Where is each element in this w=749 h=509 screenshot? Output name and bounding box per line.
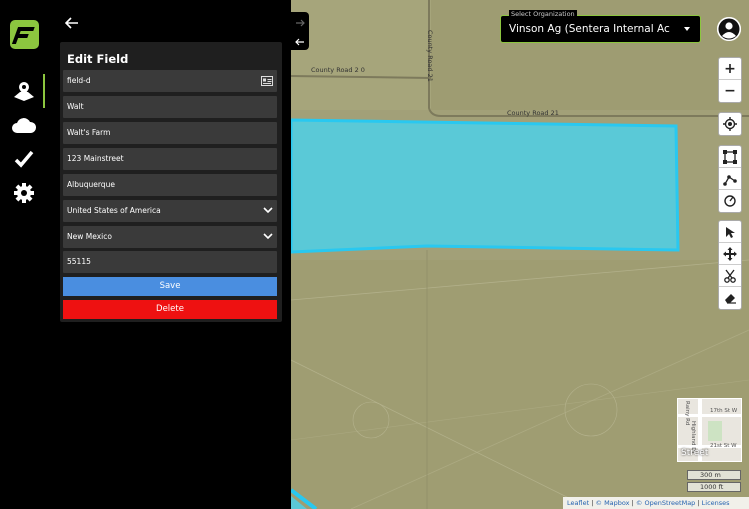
scale-bar-metric: 300 m: [687, 470, 741, 480]
check-icon[interactable]: [0, 142, 47, 176]
fields-map-icon[interactable]: [0, 74, 47, 108]
openstreetmap-link[interactable]: © OpenStreetMap: [636, 499, 695, 507]
minimap-street-label: 21st St W: [710, 443, 737, 449]
mapbox-link[interactable]: © Mapbox: [596, 499, 630, 507]
user-avatar-icon[interactable]: [717, 17, 741, 41]
panel-collapse-tab[interactable]: [291, 12, 309, 50]
edit-field-panel: Edit Field field-d Walt Walt's Farm 123 …: [47, 0, 291, 509]
draw-circle-icon[interactable]: [719, 190, 741, 212]
app-root: Edit Field field-d Walt Walt's Farm 123 …: [0, 0, 749, 509]
locate-icon[interactable]: [719, 113, 741, 135]
street-address-input[interactable]: 123 Mainstreet: [63, 148, 277, 170]
field-name-input[interactable]: field-d: [63, 70, 277, 92]
road-label: County Road 2 0: [311, 66, 365, 74]
zoom-controls: + −: [718, 57, 742, 103]
draw-controls: [718, 145, 742, 213]
zoom-out-button[interactable]: −: [719, 80, 741, 102]
panel-title: Edit Field: [67, 52, 129, 66]
state-select[interactable]: New Mexico: [63, 226, 277, 248]
country-select[interactable]: United States of America: [63, 200, 277, 222]
cloud-icon[interactable]: [0, 108, 47, 142]
leaflet-link[interactable]: Leaflet: [567, 499, 589, 507]
edit-field-card: Edit Field field-d Walt Walt's Farm 123 …: [60, 42, 282, 322]
zoom-in-button[interactable]: +: [719, 58, 741, 80]
cut-scissors-icon[interactable]: [719, 265, 741, 287]
road-label: County Road 21: [426, 30, 434, 82]
scale-bar-imperial: 1000 ft: [687, 482, 741, 492]
move-icon[interactable]: [719, 243, 741, 265]
back-arrow-icon[interactable]: [64, 14, 85, 30]
sentera-logo[interactable]: [10, 20, 39, 49]
layer-switcher-minimap[interactable]: 17th St W 21st St W Highland Dr Rainy Rd…: [677, 398, 742, 462]
organization-select-value: Vinson Ag (Sentera Internal Ac: [509, 23, 670, 35]
chevron-down-icon: [263, 233, 273, 240]
minimap-street-label: Rainy Rd: [684, 401, 690, 426]
organization-select-label: Select Organization: [509, 10, 577, 18]
owner-name-input[interactable]: Walt: [63, 96, 277, 118]
zip-code-input[interactable]: 55115: [63, 251, 277, 273]
draw-polyline-icon[interactable]: [719, 168, 741, 190]
farm-name-input[interactable]: Walt's Farm: [63, 122, 277, 144]
eraser-icon[interactable]: [719, 287, 741, 309]
draw-rectangle-icon[interactable]: [719, 146, 741, 168]
edit-controls: [718, 220, 742, 310]
nav-rail: [0, 0, 47, 509]
organization-select[interactable]: Select Organization Vinson Ag (Sentera I…: [500, 10, 701, 43]
road-label: County Road 21: [507, 109, 559, 117]
minimap-street-label: 17th St W: [710, 408, 738, 414]
locate-control: [718, 112, 742, 136]
licenses-link[interactable]: Licenses: [702, 499, 730, 507]
settings-gear-icon[interactable]: [0, 176, 47, 210]
edit-vertices-icon[interactable]: [719, 221, 741, 243]
save-button[interactable]: Save: [63, 277, 277, 296]
minimap-layer-label: Street: [681, 448, 709, 458]
map-attribution: Leaflet | © Mapbox | © OpenStreetMap | L…: [563, 497, 749, 509]
id-card-icon[interactable]: [261, 76, 273, 86]
map-view[interactable]: County Road 2 0 County Road 21 County Ro…: [291, 0, 749, 509]
delete-button[interactable]: Delete: [63, 300, 277, 319]
chevron-down-icon: [263, 207, 273, 214]
city-input[interactable]: Albuquerque: [63, 174, 277, 196]
caret-down-icon: [684, 27, 690, 31]
